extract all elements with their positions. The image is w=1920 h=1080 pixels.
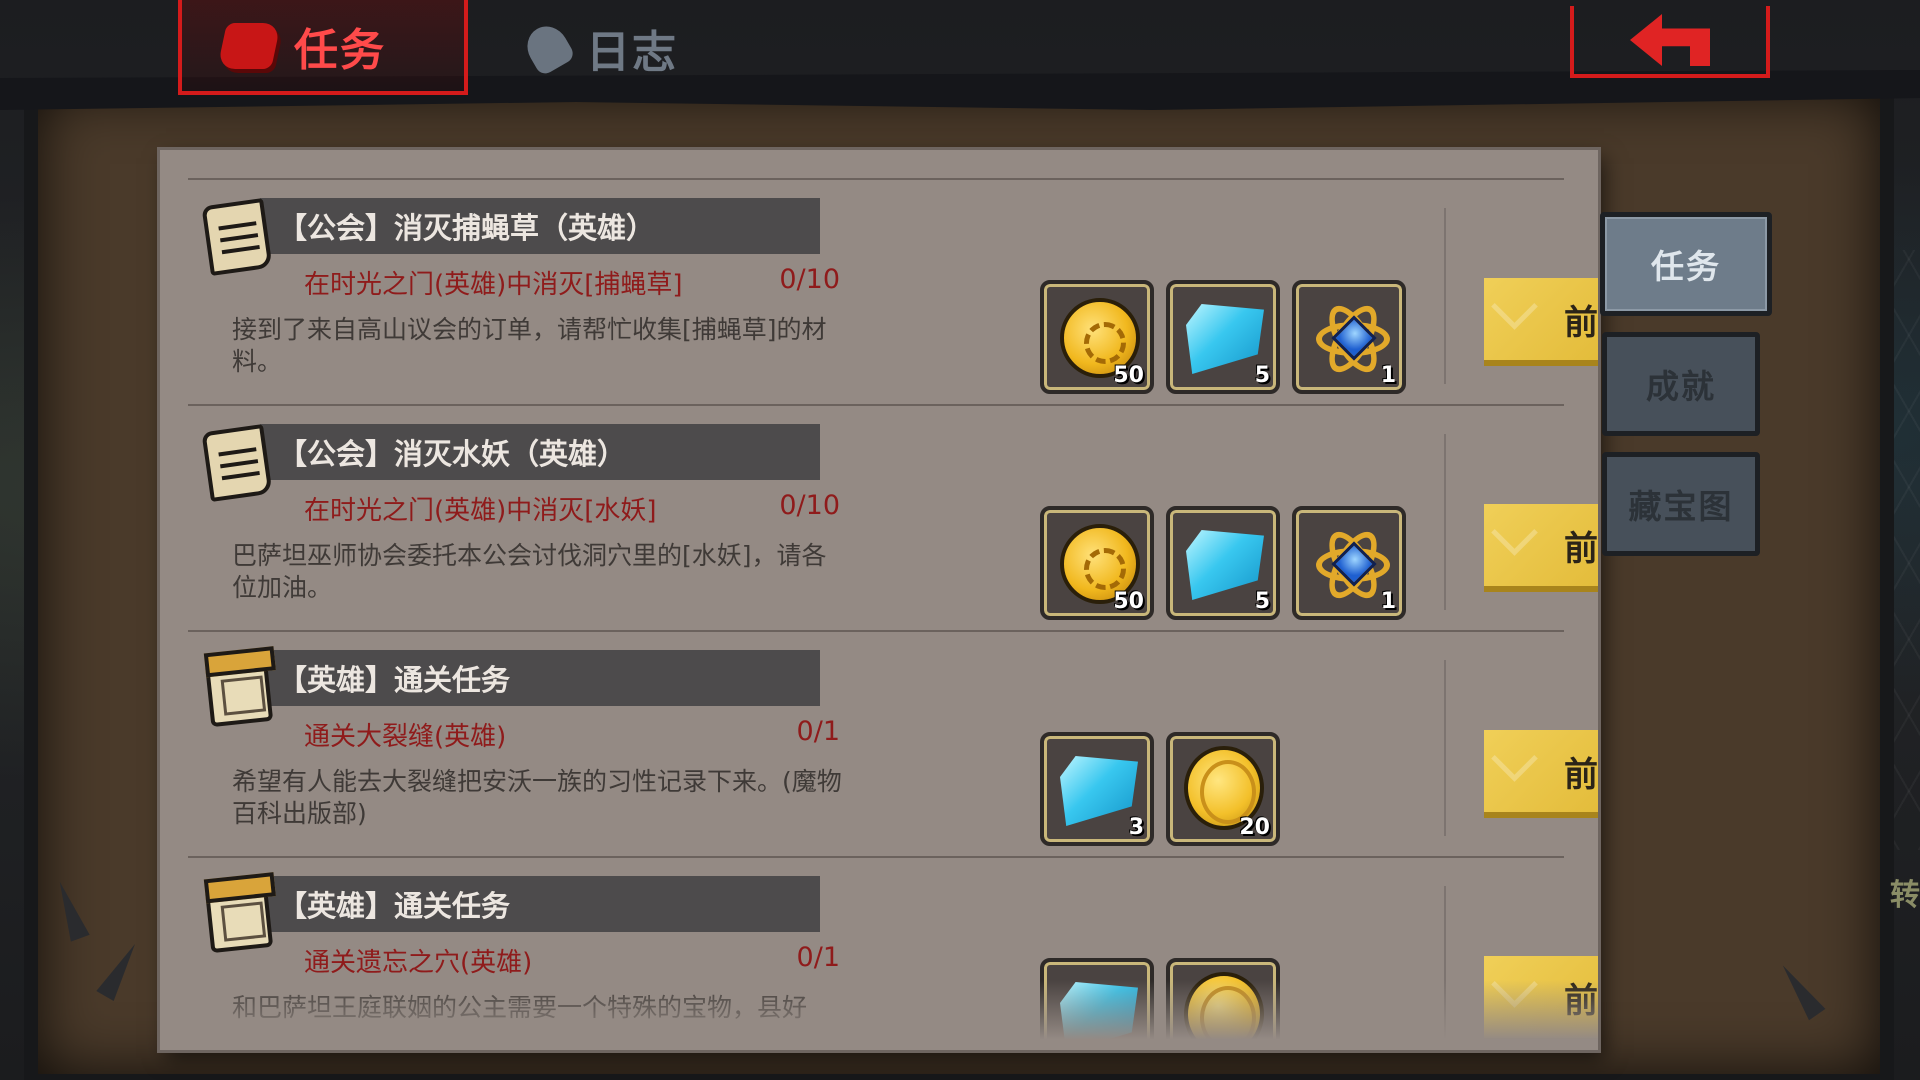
- scroll-icon: [200, 192, 276, 278]
- gold-coin-icon: [1184, 972, 1264, 1050]
- quest-progress: 0/10: [779, 490, 840, 521]
- reward-count: 5: [1254, 589, 1270, 614]
- reward-sapphire-atom[interactable]: 1: [1292, 280, 1406, 394]
- reward-gold-coin[interactable]: 20: [1166, 732, 1280, 846]
- quest-progress: 0/1: [796, 716, 840, 747]
- tab-log-label: 日志: [586, 26, 678, 78]
- calendar-icon: [200, 870, 276, 956]
- row-divider: [1444, 660, 1446, 836]
- quest-objective: 通关大裂缝(英雄): [304, 722, 507, 752]
- blue-crystal-icon: [1186, 304, 1264, 374]
- blue-crystal-icon: [1186, 530, 1264, 600]
- edge-text: 转: [1890, 878, 1920, 913]
- quest-description: 和巴萨坦王庭联姻的公主需要一个特殊的宝物，县好: [232, 993, 808, 1022]
- quest-progress: 0/1: [796, 942, 840, 973]
- quest-description: 希望有人能去大裂缝把安沃一族的习性记录下来。(魔物百科出版部): [232, 767, 842, 828]
- reward-count: 1: [1380, 363, 1396, 388]
- reward-gold-coin[interactable]: [1166, 958, 1280, 1050]
- reward-count: 50: [1113, 589, 1144, 614]
- bell-icon: [519, 18, 577, 77]
- side-tab-quests[interactable]: 任务: [1600, 212, 1772, 316]
- reward-count: 1: [1380, 589, 1396, 614]
- quest-description: 巴萨坦巫师协会委托本公会讨伐洞穴里的[水妖]，请各位加油。: [232, 541, 827, 602]
- reward-sapphire-atom[interactable]: 1: [1292, 506, 1406, 620]
- reward-count: 3: [1128, 815, 1144, 840]
- quest-row: 【公会】消灭捕蝇草（英雄） 在时光之门(英雄)中消灭[捕蝇草] 0/10 接到了…: [188, 178, 1598, 404]
- go-button[interactable]: 前往: [1484, 956, 1598, 1044]
- go-button[interactable]: 前往: [1484, 730, 1598, 818]
- scroll-icon: [200, 418, 276, 504]
- quest-list-panel[interactable]: 【公会】消灭捕蝇草（英雄） 在时光之门(英雄)中消灭[捕蝇草] 0/10 接到了…: [160, 150, 1598, 1050]
- quest-progress: 0/10: [779, 264, 840, 295]
- blue-crystal-icon: [1060, 756, 1138, 826]
- tab-log[interactable]: 日志: [519, 0, 678, 95]
- blue-crystal-icon: [1060, 982, 1138, 1050]
- tab-quests-label: 任务: [294, 24, 386, 76]
- row-divider: [1444, 434, 1446, 610]
- calendar-icon: [200, 644, 276, 730]
- quest-title: 【公会】消灭水妖（英雄）: [260, 424, 820, 480]
- quest-description: 接到了来自高山议会的订单，请帮忙收集[捕蝇草]的材料。: [232, 315, 827, 376]
- reward-gold-gear-coin[interactable]: 50: [1040, 506, 1154, 620]
- reward-blue-crystal[interactable]: [1040, 958, 1154, 1050]
- reward-blue-crystal[interactable]: 5: [1166, 280, 1280, 394]
- quest-objective: 通关遗忘之穴(英雄): [304, 948, 533, 978]
- row-divider: [1444, 886, 1446, 1050]
- quest-objective: 在时光之门(英雄)中消灭[水妖]: [304, 496, 657, 526]
- side-tab-achievements[interactable]: 成就: [1602, 332, 1760, 436]
- go-button[interactable]: 前往: [1484, 278, 1598, 366]
- quest-row: 【公会】消灭水妖（英雄） 在时光之门(英雄)中消灭[水妖] 0/10 巴萨坦巫师…: [188, 404, 1598, 630]
- back-arrow-icon: [1630, 14, 1710, 66]
- quest-title: 【英雄】通关任务: [260, 650, 820, 706]
- reward-blue-crystal[interactable]: 5: [1166, 506, 1280, 620]
- quest-row: 【英雄】通关任务 通关大裂缝(英雄) 0/1 希望有人能去大裂缝把安沃一族的习性…: [188, 630, 1598, 856]
- quest-title: 【英雄】通关任务: [260, 876, 820, 932]
- quest-objective: 在时光之门(英雄)中消灭[捕蝇草]: [304, 270, 683, 300]
- scroll-icon: [217, 22, 281, 69]
- reward-gold-gear-coin[interactable]: 50: [1040, 280, 1154, 394]
- side-tab-treasure-map[interactable]: 藏宝图: [1602, 452, 1760, 556]
- go-button[interactable]: 前往: [1484, 504, 1598, 592]
- reward-count: 5: [1254, 363, 1270, 388]
- quest-title: 【公会】消灭捕蝇草（英雄）: [260, 198, 820, 254]
- row-divider: [1444, 208, 1446, 384]
- back-button[interactable]: [1570, 6, 1770, 78]
- reward-count: 50: [1113, 363, 1144, 388]
- reward-count: 20: [1239, 815, 1270, 840]
- reward-blue-crystal[interactable]: 3: [1040, 732, 1154, 846]
- quest-row: 【英雄】通关任务 通关遗忘之穴(英雄) 0/1 和巴萨坦王庭联姻的公主需要一个特…: [188, 856, 1598, 1050]
- tab-quests[interactable]: 任务: [178, 0, 468, 95]
